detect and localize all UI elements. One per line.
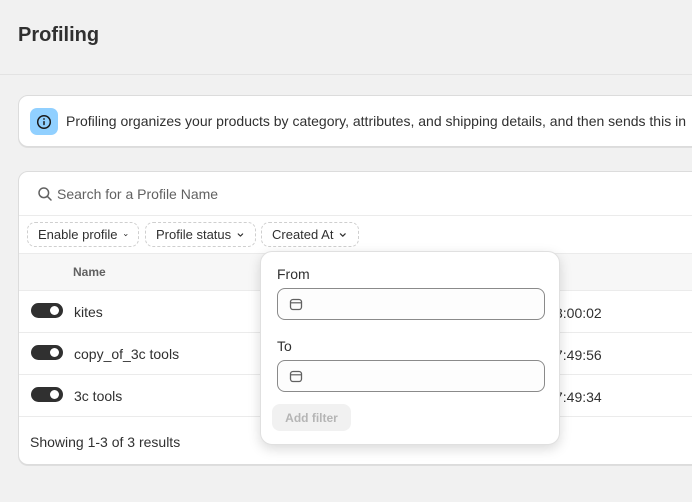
toggle-knob (50, 390, 59, 399)
profile-name[interactable]: 3c tools (74, 388, 122, 404)
page-header: Profiling (0, 0, 692, 75)
created-at-value: 7:49:34 (555, 389, 602, 405)
filter-created-at[interactable]: Created At (261, 222, 359, 247)
from-label: From (277, 266, 310, 282)
calendar-icon (289, 370, 303, 383)
filter-label: Enable profile (38, 227, 118, 242)
profile-name[interactable]: kites (74, 304, 103, 320)
search-icon (38, 187, 52, 201)
search-bar (19, 172, 692, 216)
created-at-value: 3:00:02 (555, 305, 602, 321)
enable-toggle[interactable] (31, 345, 63, 360)
filter-label: Profile status (156, 227, 232, 242)
filter-profile-status[interactable]: Profile status (145, 222, 256, 247)
filter-enable-profile[interactable]: Enable profile (27, 222, 139, 247)
search-input[interactable] (57, 184, 657, 204)
page-title: Profiling (18, 24, 100, 46)
info-banner: Profiling organizes your products by cat… (18, 95, 692, 147)
results-count: Showing 1-3 of 3 results (30, 434, 181, 450)
to-date-input[interactable] (312, 367, 532, 385)
toggle-knob (50, 348, 59, 357)
from-date-field[interactable] (277, 288, 545, 320)
add-filter-button[interactable]: Add filter (272, 404, 351, 431)
created-at-popover: From To Add filter (260, 251, 560, 445)
enable-toggle[interactable] (31, 303, 63, 318)
info-icon (30, 108, 58, 135)
chevron-down-icon (340, 232, 347, 237)
to-date-field[interactable] (277, 360, 545, 392)
from-date-input[interactable] (312, 295, 532, 313)
to-label: To (277, 338, 292, 354)
chevron-down-icon (237, 232, 244, 237)
enable-toggle[interactable] (31, 387, 63, 402)
created-at-value: 7:49:56 (555, 347, 602, 363)
filter-label: Created At (272, 227, 334, 242)
chevron-down-icon (123, 233, 127, 236)
profile-name[interactable]: copy_of_3c tools (74, 346, 179, 362)
toggle-knob (50, 306, 59, 315)
calendar-icon (289, 298, 303, 311)
column-header-name[interactable]: Name (73, 265, 106, 279)
banner-text: Profiling organizes your products by cat… (66, 113, 686, 129)
